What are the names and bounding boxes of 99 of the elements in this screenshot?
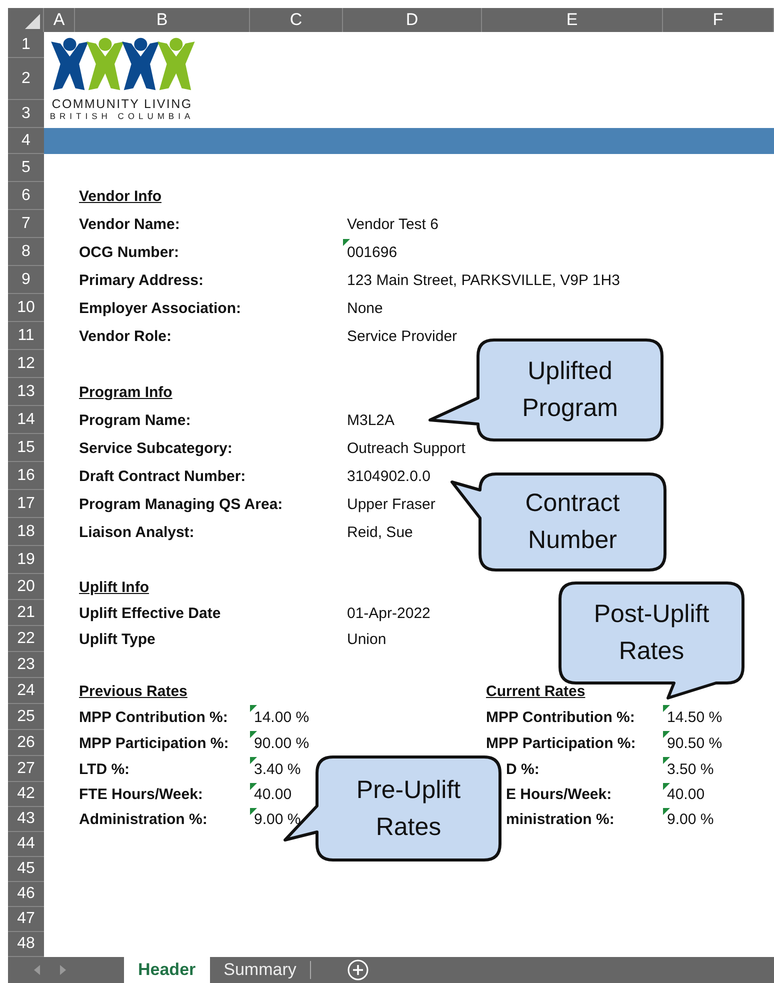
callout-text: Pre-Uplift Rates <box>356 774 461 842</box>
field-label: FTE Hours/Week: <box>79 786 203 803</box>
field-label: Program Name: <box>79 412 191 428</box>
section-heading: Current Rates <box>486 682 586 700</box>
field-label: MPP Participation %: <box>486 734 636 752</box>
row-header[interactable]: 3 <box>8 100 44 128</box>
row-header[interactable]: 18 <box>8 518 44 546</box>
row-header[interactable]: 9 <box>8 266 44 294</box>
row-header[interactable]: 24 <box>8 678 44 704</box>
row-header[interactable]: 7 <box>8 210 44 238</box>
row-header[interactable]: 48 <box>8 932 44 957</box>
field-label: Administration %: <box>79 811 208 828</box>
row-header[interactable]: 43 <box>8 807 44 832</box>
field-label: Program Managing QS Area: <box>79 496 283 512</box>
row-header[interactable]: 2 <box>8 58 44 100</box>
add-sheet-icon[interactable] <box>347 959 370 981</box>
section-heading: Previous Rates <box>79 682 188 700</box>
field-label: Draft Contract Number: <box>79 468 246 484</box>
column-header[interactable]: E <box>482 8 663 32</box>
field-label: MPP Contribution %: <box>79 708 228 726</box>
field-label: Liaison Analyst: <box>79 524 194 540</box>
logo-subtext: BRITISH COLUMBIA <box>50 111 194 122</box>
field-value: Reid, Sue <box>347 524 413 540</box>
row-header[interactable]: 17 <box>8 490 44 518</box>
column-header[interactable]: A <box>44 8 75 32</box>
field-label: Vendor Name: <box>79 216 180 232</box>
field-value: 3.50 % <box>667 760 714 778</box>
row-header[interactable]: 20 <box>8 574 44 600</box>
field-value: 90.00 % <box>254 734 310 752</box>
field-value: 90.50 % <box>667 734 722 752</box>
field-value: Union <box>347 630 386 648</box>
row-header[interactable]: 15 <box>8 434 44 462</box>
field-label: LTD %: <box>79 760 130 778</box>
row-header[interactable]: 21 <box>8 600 44 626</box>
field-value: M3L2A <box>347 412 395 428</box>
row-header[interactable]: 44 <box>8 832 44 857</box>
field-value: 3104902.0.0 <box>347 468 430 484</box>
field-label: MPP Contribution %: <box>486 708 635 726</box>
row-header[interactable]: 19 <box>8 546 44 574</box>
field-label: Vendor Role: <box>79 328 172 344</box>
callout-text: Contract Number <box>525 488 620 556</box>
field-value: Service Provider <box>347 328 458 344</box>
row-header[interactable]: 12 <box>8 350 44 378</box>
field-label: Uplift Effective Date <box>79 604 221 622</box>
field-value: 14.50 % <box>667 708 722 726</box>
row-header[interactable]: 45 <box>8 857 44 882</box>
field-label: Service Subcategory: <box>79 440 232 456</box>
row-header[interactable]: 13 <box>8 378 44 406</box>
field-label: MPP Participation %: <box>79 734 229 752</box>
column-header[interactable]: F <box>663 8 774 32</box>
field-label: Employer Association: <box>79 300 241 316</box>
row-header[interactable]: 25 <box>8 704 44 730</box>
select-all-icon[interactable] <box>25 14 40 29</box>
field-value: 9.00 % <box>254 811 301 828</box>
row-header[interactable]: 26 <box>8 730 44 756</box>
field-label: E Hours/Week: <box>506 786 612 803</box>
callout-text: Post-Uplift Rates <box>594 599 710 667</box>
row-header[interactable]: 27 <box>8 756 44 782</box>
row-header[interactable]: 5 <box>8 154 44 182</box>
field-value: 9.00 % <box>667 811 714 828</box>
field-label: Primary Address: <box>79 272 204 288</box>
row-header[interactable]: 14 <box>8 406 44 434</box>
field-value: Outreach Support <box>347 440 466 456</box>
callout-text: Uplifted Program <box>522 356 618 424</box>
row-header[interactable]: 8 <box>8 238 44 266</box>
field-value: Vendor Test 6 <box>347 216 438 232</box>
row-header[interactable]: 4 <box>8 128 44 154</box>
row-header[interactable]: 22 <box>8 626 44 652</box>
field-label: D %: <box>506 760 540 778</box>
row-header[interactable]: 10 <box>8 294 44 322</box>
column-header[interactable]: D <box>343 8 482 32</box>
field-value: 123 Main Street, PARKSVILLE, V9P 1H3 <box>347 272 620 288</box>
row-header[interactable]: 6 <box>8 182 44 210</box>
field-label: OCG Number: <box>79 244 180 260</box>
row-header[interactable]: 1 <box>8 32 44 58</box>
field-value: Upper Fraser <box>347 496 436 512</box>
row-header[interactable]: 47 <box>8 907 44 932</box>
section-heading: Uplift Info <box>79 578 149 596</box>
row-header[interactable]: 42 <box>8 782 44 807</box>
column-header[interactable]: C <box>250 8 343 32</box>
row-header[interactable]: 23 <box>8 652 44 678</box>
field-label: Uplift Type <box>79 630 156 648</box>
logo-text: COMMUNITY LIVING <box>52 98 192 111</box>
field-value: 001696 <box>347 244 398 260</box>
row-header[interactable]: 16 <box>8 462 44 490</box>
field-value: 40.00 <box>254 786 292 803</box>
field-value: None <box>347 300 383 316</box>
sheet-tab[interactable]: Summary <box>210 957 310 983</box>
field-value: 3.40 % <box>254 760 301 778</box>
column-header[interactable]: B <box>75 8 250 32</box>
section-heading: Program Info <box>79 384 172 400</box>
field-value: 40.00 <box>667 786 705 803</box>
field-value: 14.00 % <box>254 708 310 726</box>
field-label: ministration %: <box>506 811 614 828</box>
row-header[interactable]: 11 <box>8 322 44 350</box>
sheet-tab[interactable]: Header <box>124 957 210 983</box>
row-header[interactable]: 46 <box>8 882 44 907</box>
field-value: 01-Apr-2022 <box>347 604 430 622</box>
section-heading: Vendor Info <box>79 188 162 204</box>
